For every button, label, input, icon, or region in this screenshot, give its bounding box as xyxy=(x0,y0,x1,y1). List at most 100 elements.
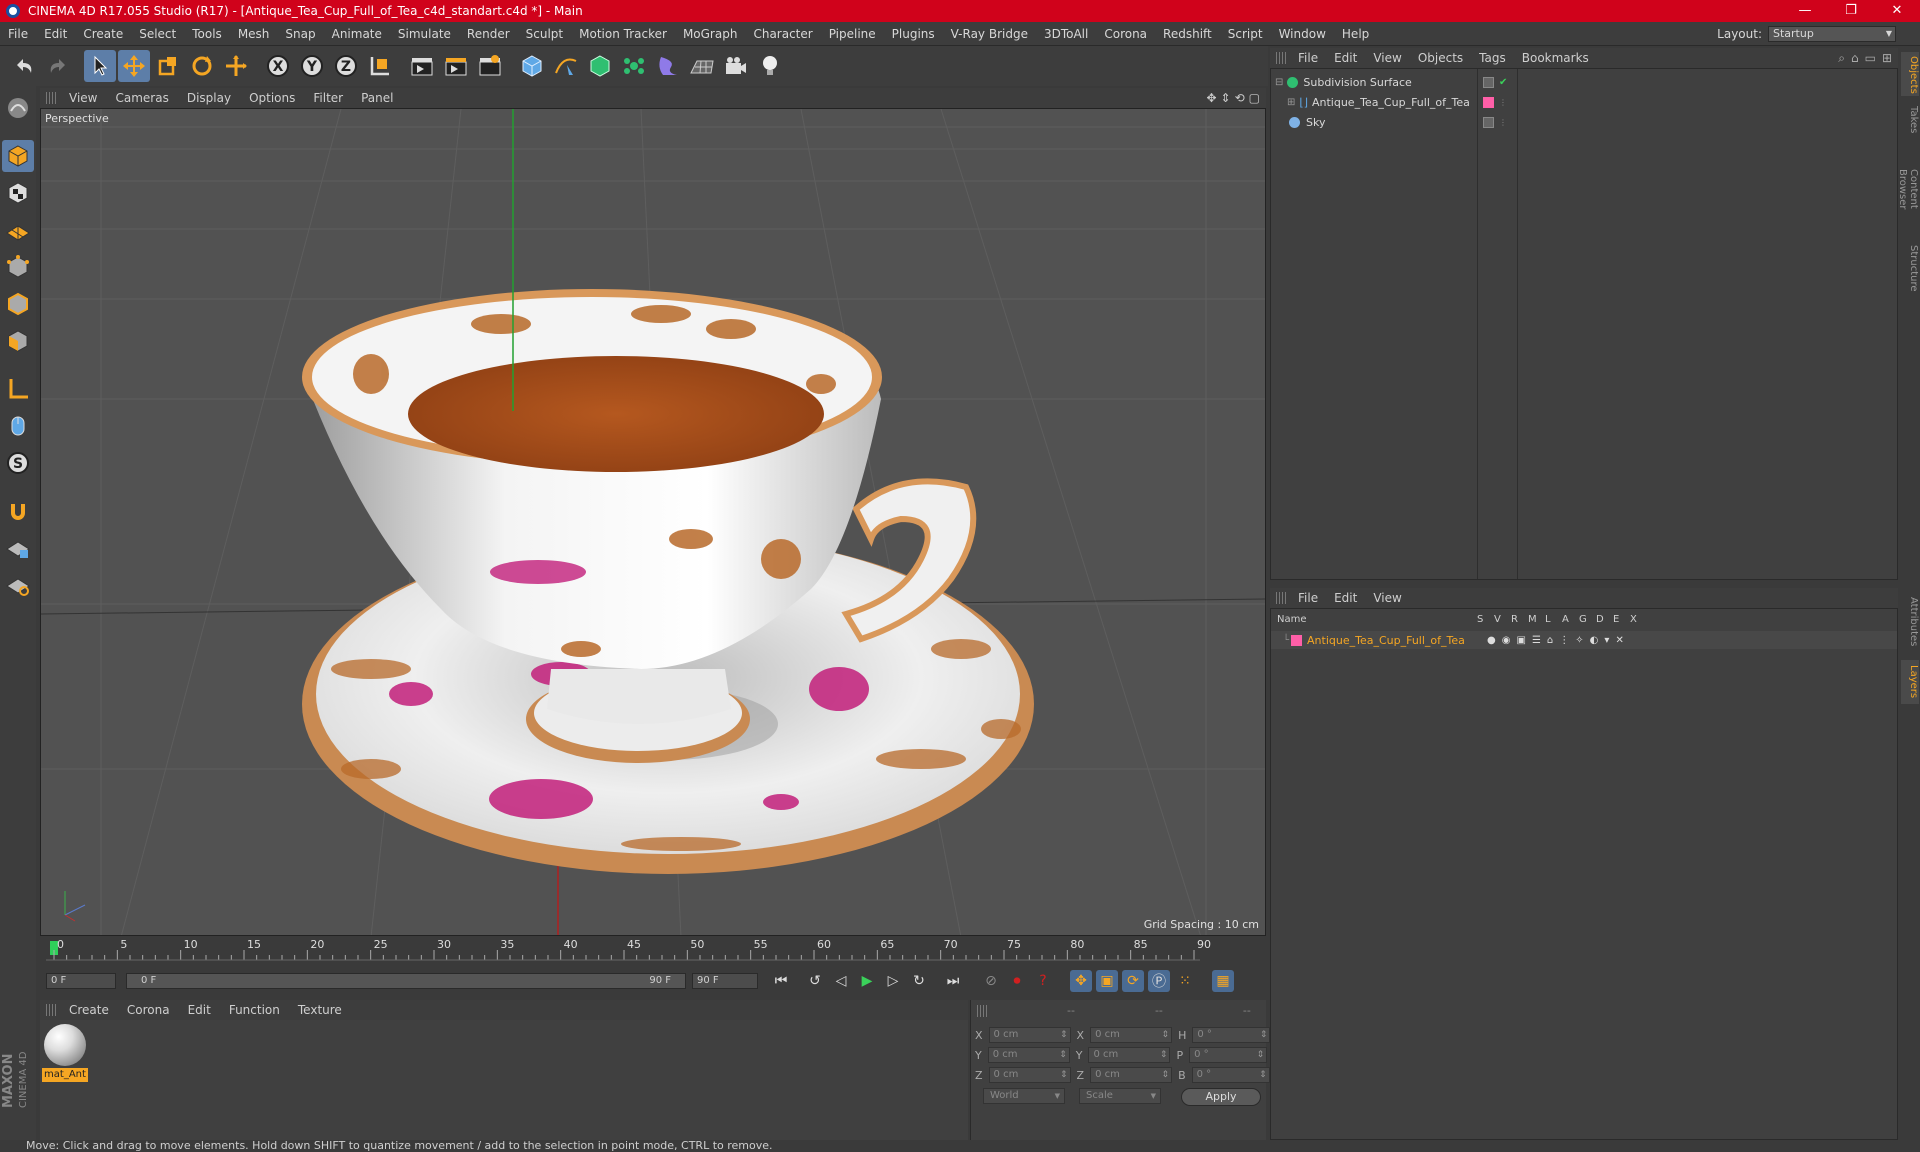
manager-icon[interactable]: ☰ xyxy=(1532,635,1541,646)
expand-icon[interactable]: ⊞ xyxy=(1882,51,1892,66)
generator-button[interactable] xyxy=(584,50,616,82)
key-rotation-button[interactable]: ⟳ xyxy=(1122,970,1144,992)
maximize-view-icon[interactable]: ▢ xyxy=(1249,91,1260,105)
menu-render[interactable]: Render xyxy=(459,27,518,41)
collapse-icon[interactable]: ⊟ xyxy=(1275,77,1283,88)
mograph-cloner-button[interactable] xyxy=(618,50,650,82)
object-name[interactable]: Antique_Tea_Cup_Full_of_Tea xyxy=(1312,96,1470,109)
menu-character[interactable]: Character xyxy=(745,27,820,41)
layer-col-solo[interactable]: S xyxy=(1477,614,1494,625)
key-scale-button[interactable]: ▣ xyxy=(1096,970,1118,992)
next-key-button[interactable]: ↻ xyxy=(908,970,930,992)
pos-y-field[interactable]: 0 cm xyxy=(987,1047,1070,1063)
pan-icon[interactable]: ✥ xyxy=(1206,91,1216,105)
play-button[interactable]: ▶ xyxy=(856,970,878,992)
tab-structure[interactable]: Structure xyxy=(1901,240,1919,296)
layer-color-icon[interactable] xyxy=(1483,96,1494,108)
layer-col-manager[interactable]: M xyxy=(1528,614,1545,625)
menu-corona[interactable]: Corona xyxy=(1096,27,1155,41)
tab-attributes[interactable]: Attributes xyxy=(1901,590,1919,654)
pos-x-field[interactable]: 0 cm xyxy=(988,1027,1071,1043)
menu-script[interactable]: Script xyxy=(1220,27,1271,41)
key-pla-button[interactable]: ⁙ xyxy=(1174,970,1196,992)
size-x-field[interactable]: 0 cm xyxy=(1090,1027,1173,1043)
keyframe-selection-button[interactable]: ? xyxy=(1032,970,1054,992)
viewport-menu-options[interactable]: Options xyxy=(240,91,304,105)
undo-button[interactable] xyxy=(8,50,40,82)
layers-menu-edit[interactable]: Edit xyxy=(1326,591,1365,605)
layer-col-animation[interactable]: A xyxy=(1562,614,1579,625)
minimize-icon[interactable]: — xyxy=(1782,0,1828,22)
object-row-tea-cup[interactable]: ⊞ ⌊⌋ Antique_Tea_Cup_Full_of_Tea ⋮ xyxy=(1271,93,1897,111)
previous-key-button[interactable]: ↺ xyxy=(804,970,826,992)
rot-h-field[interactable]: 0 ° xyxy=(1192,1027,1271,1043)
timeline-window-button[interactable]: ▦ xyxy=(1212,970,1234,992)
floor-button[interactable] xyxy=(686,50,718,82)
menu-mograph[interactable]: MoGraph xyxy=(675,27,746,41)
object-name[interactable]: Subdivision Surface xyxy=(1303,76,1411,89)
layer-swatch-icon[interactable] xyxy=(1483,116,1494,128)
render-to-picture-viewer-button[interactable] xyxy=(440,50,472,82)
menu-motion-tracker[interactable]: Motion Tracker xyxy=(571,27,675,41)
light-button[interactable] xyxy=(754,50,786,82)
material-menu-corona[interactable]: Corona xyxy=(118,1003,179,1017)
spline-pen-button[interactable] xyxy=(550,50,582,82)
objects-menu-edit[interactable]: Edit xyxy=(1326,51,1365,65)
solo-button[interactable]: S xyxy=(2,447,34,479)
layer-row[interactable]: └ Antique_Tea_Cup_Full_of_Tea ● ◉ ▣ ☰ ⌂ … xyxy=(1271,631,1897,649)
x-axis-button[interactable]: X xyxy=(262,50,294,82)
workplane-mode-button[interactable] xyxy=(2,214,34,246)
cube-primitive-button[interactable] xyxy=(516,50,548,82)
menu-select[interactable]: Select xyxy=(131,27,184,41)
panel-grip[interactable] xyxy=(46,1004,56,1016)
coordinate-space-dropdown[interactable]: World xyxy=(983,1088,1065,1104)
material-menu-edit[interactable]: Edit xyxy=(179,1003,220,1017)
visibility-dots-icon[interactable]: ⋮ xyxy=(1499,118,1507,127)
eye-icon[interactable]: ◉ xyxy=(1502,635,1511,646)
tab-layers[interactable]: Layers xyxy=(1901,660,1919,704)
polygons-mode-button[interactable] xyxy=(2,325,34,357)
menu-tools[interactable]: Tools xyxy=(184,27,230,41)
expression-icon[interactable]: ▾ xyxy=(1604,635,1609,646)
menu-create[interactable]: Create xyxy=(75,27,131,41)
menu-window[interactable]: Window xyxy=(1271,27,1334,41)
workplane-lock-button[interactable] xyxy=(2,532,34,564)
object-row-sky[interactable]: Sky ⋮ xyxy=(1271,113,1897,131)
live-selection-button[interactable] xyxy=(84,50,116,82)
y-axis-button[interactable]: Y xyxy=(296,50,328,82)
visibility-dots-icon[interactable]: ⋮ xyxy=(1499,98,1507,107)
rot-p-field[interactable]: 0 ° xyxy=(1189,1047,1268,1063)
objects-menu-objects[interactable]: Objects xyxy=(1410,51,1471,65)
deformer-button[interactable] xyxy=(652,50,684,82)
layers-menu-view[interactable]: View xyxy=(1365,591,1409,605)
autokey-button[interactable]: ⏺ xyxy=(1006,970,1028,992)
menu-file[interactable]: File xyxy=(0,27,36,41)
menu-edit[interactable]: Edit xyxy=(36,27,75,41)
layer-name-column[interactable]: Name xyxy=(1277,614,1477,625)
viewport-menu-filter[interactable]: Filter xyxy=(304,91,352,105)
animation-icon[interactable]: ⋮ xyxy=(1559,635,1569,646)
locked-workplane-button[interactable] xyxy=(2,569,34,601)
size-mode-dropdown[interactable]: Scale xyxy=(1079,1088,1161,1104)
key-position-button[interactable]: ✥ xyxy=(1070,970,1092,992)
key-parameter-button[interactable]: Ⓟ xyxy=(1148,970,1170,992)
panel-grip[interactable] xyxy=(1276,52,1286,64)
apply-button[interactable]: Apply xyxy=(1181,1088,1261,1106)
layer-col-xref[interactable]: X xyxy=(1630,614,1647,625)
points-mode-button[interactable] xyxy=(2,251,34,283)
objects-menu-tags[interactable]: Tags xyxy=(1471,51,1514,65)
material-preview-sphere[interactable] xyxy=(44,1024,86,1066)
coordinate-system-button[interactable] xyxy=(364,50,396,82)
viewport-menu-display[interactable]: Display xyxy=(178,91,240,105)
menu-sculpt[interactable]: Sculpt xyxy=(518,27,571,41)
frame-range-slider[interactable]: 0 F 90 F xyxy=(126,973,686,989)
menu-plugins[interactable]: Plugins xyxy=(884,27,943,41)
viewport-camera-label[interactable]: Perspective xyxy=(45,112,109,125)
close-icon[interactable]: ✕ xyxy=(1874,0,1920,22)
menu-snap[interactable]: Snap xyxy=(277,27,323,41)
timeline-ruler[interactable]: 0 5 10 15 20 25 30 35 40 45 50 55 60 65 70 75 80 85 90 0 F xyxy=(40,938,1266,988)
material-name-label[interactable]: mat_Ant xyxy=(42,1068,88,1082)
make-editable-button[interactable] xyxy=(2,92,34,124)
perspective-viewport[interactable]: Perspective Grid Spacing : 10 cm xyxy=(40,108,1266,936)
expand-icon[interactable]: ⊞ xyxy=(1287,97,1295,108)
